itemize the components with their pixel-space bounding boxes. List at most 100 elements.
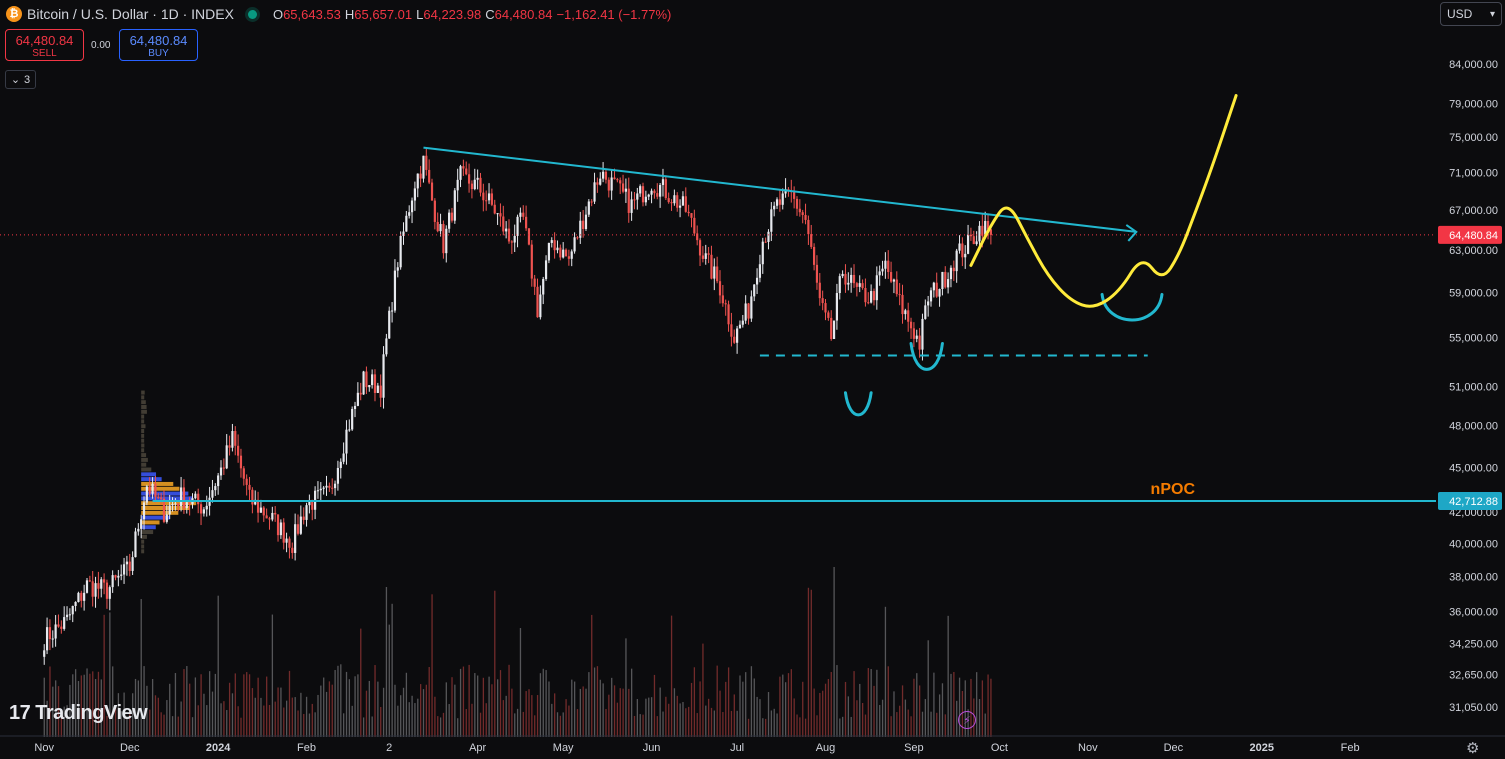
candle-body [639, 186, 642, 194]
symbol-title[interactable]: Bitcoin / U.S. Dollar · 1D · INDEX [27, 6, 234, 22]
volume-bar [334, 669, 336, 737]
volume-bar [345, 671, 348, 737]
volume-bar [773, 708, 775, 737]
candle-body [259, 507, 263, 513]
volume-bar [288, 670, 291, 737]
volume-bar [936, 712, 938, 737]
buy-button[interactable]: 64,480.84 BUY [119, 29, 198, 61]
candle-body [519, 212, 522, 217]
candle-body [168, 505, 171, 515]
volume-profile-bar [141, 443, 145, 448]
candle-body [165, 514, 168, 522]
candle-body [408, 212, 411, 216]
spread-value: 0.00 [91, 40, 111, 51]
lightning-icon[interactable]: ⚡ [958, 711, 976, 729]
price-tick-label: 63,000.00 [1449, 245, 1498, 257]
volume-bar [819, 692, 821, 737]
candle-body [217, 475, 220, 487]
volume-profile-bar [141, 419, 145, 424]
volume-bar [508, 664, 510, 737]
candle-body [371, 374, 374, 386]
candle-body [242, 468, 245, 479]
candle-body [120, 574, 123, 576]
candle-body [972, 236, 975, 245]
volume-bar [876, 669, 878, 737]
volume-bar [277, 687, 279, 737]
candle-body [587, 201, 590, 215]
volume-bar [673, 688, 676, 737]
candle-body [356, 392, 359, 406]
candle-body [664, 179, 667, 199]
indicators-toggle[interactable]: ⌄ 3 [5, 70, 36, 89]
currency-select[interactable]: USD ▾ [1440, 2, 1502, 26]
volume-bar [189, 683, 191, 737]
volume-bar [348, 679, 351, 737]
candle-body [114, 575, 117, 578]
volume-profile-bar [141, 472, 157, 477]
volume-bar [477, 675, 479, 737]
price-chart[interactable]: nPOC 84,000.00 79,000.00 75,000.00 71,000.0… [0, 0, 1505, 759]
volume-bar [534, 715, 536, 737]
candle-body [544, 260, 548, 280]
candle-body [975, 241, 978, 245]
candle-body [316, 490, 320, 492]
volume-bar [160, 712, 162, 737]
volume-bar [705, 705, 707, 737]
volume-bar [516, 708, 519, 737]
volume-bar [291, 697, 293, 737]
tradingview-logo[interactable]: 17 TradingView [9, 702, 148, 725]
candle-body [202, 509, 205, 514]
candle-body [482, 192, 485, 201]
candle-body [102, 579, 106, 583]
candle-body [690, 213, 693, 218]
volume-bar [742, 681, 744, 737]
tradingview-icon: 17 [9, 702, 31, 724]
chevron-down-icon: ▾ [1489, 8, 1495, 20]
close-value: 64,480.84 [494, 6, 553, 22]
volume-bar [611, 677, 613, 737]
candle-body [547, 242, 551, 261]
volume-bar [223, 701, 225, 737]
chart-background [0, 0, 1505, 759]
candle-body [111, 575, 114, 588]
volume-profile-bar [141, 395, 145, 400]
volume-bar [191, 717, 194, 737]
price-tick-label: 31,050.00 [1449, 702, 1498, 714]
volume-bar [685, 708, 687, 737]
volume-bar [425, 684, 428, 737]
volume-bar [431, 594, 433, 737]
volume-bar [770, 710, 773, 737]
market-status-icon[interactable] [247, 9, 257, 19]
volume-profile-bar [141, 525, 156, 530]
candle-body [448, 212, 451, 229]
volume-bar [850, 716, 852, 737]
volume-bar [802, 681, 804, 737]
volume-bar [402, 687, 405, 737]
volume-bar [573, 681, 576, 737]
volume-bar [739, 675, 741, 737]
volume-bar [688, 706, 690, 737]
volume-bar [642, 714, 644, 737]
gear-icon[interactable]: ⚙ [1466, 739, 1479, 757]
volume-bar [502, 700, 504, 737]
candle-body [134, 531, 137, 558]
candle-body [296, 524, 300, 534]
candle-body [624, 188, 628, 192]
candle-body [667, 198, 670, 203]
volume-bar [930, 711, 932, 737]
price-tick-label: 32,650.00 [1449, 670, 1498, 682]
candle-body [861, 283, 864, 288]
candle-body [94, 583, 97, 597]
volume-bar [881, 699, 884, 737]
volume-bar [434, 696, 436, 737]
volume-bar [625, 638, 627, 737]
sell-button[interactable]: 64,480.84 SELL [5, 29, 84, 61]
volume-bar [978, 699, 981, 737]
volume-bar [916, 673, 918, 737]
candle-body [51, 638, 54, 640]
volume-bar [910, 716, 912, 737]
candle-body [952, 267, 955, 272]
volume-bar [243, 674, 245, 737]
candle-body [382, 354, 385, 398]
candle-body [576, 237, 579, 239]
